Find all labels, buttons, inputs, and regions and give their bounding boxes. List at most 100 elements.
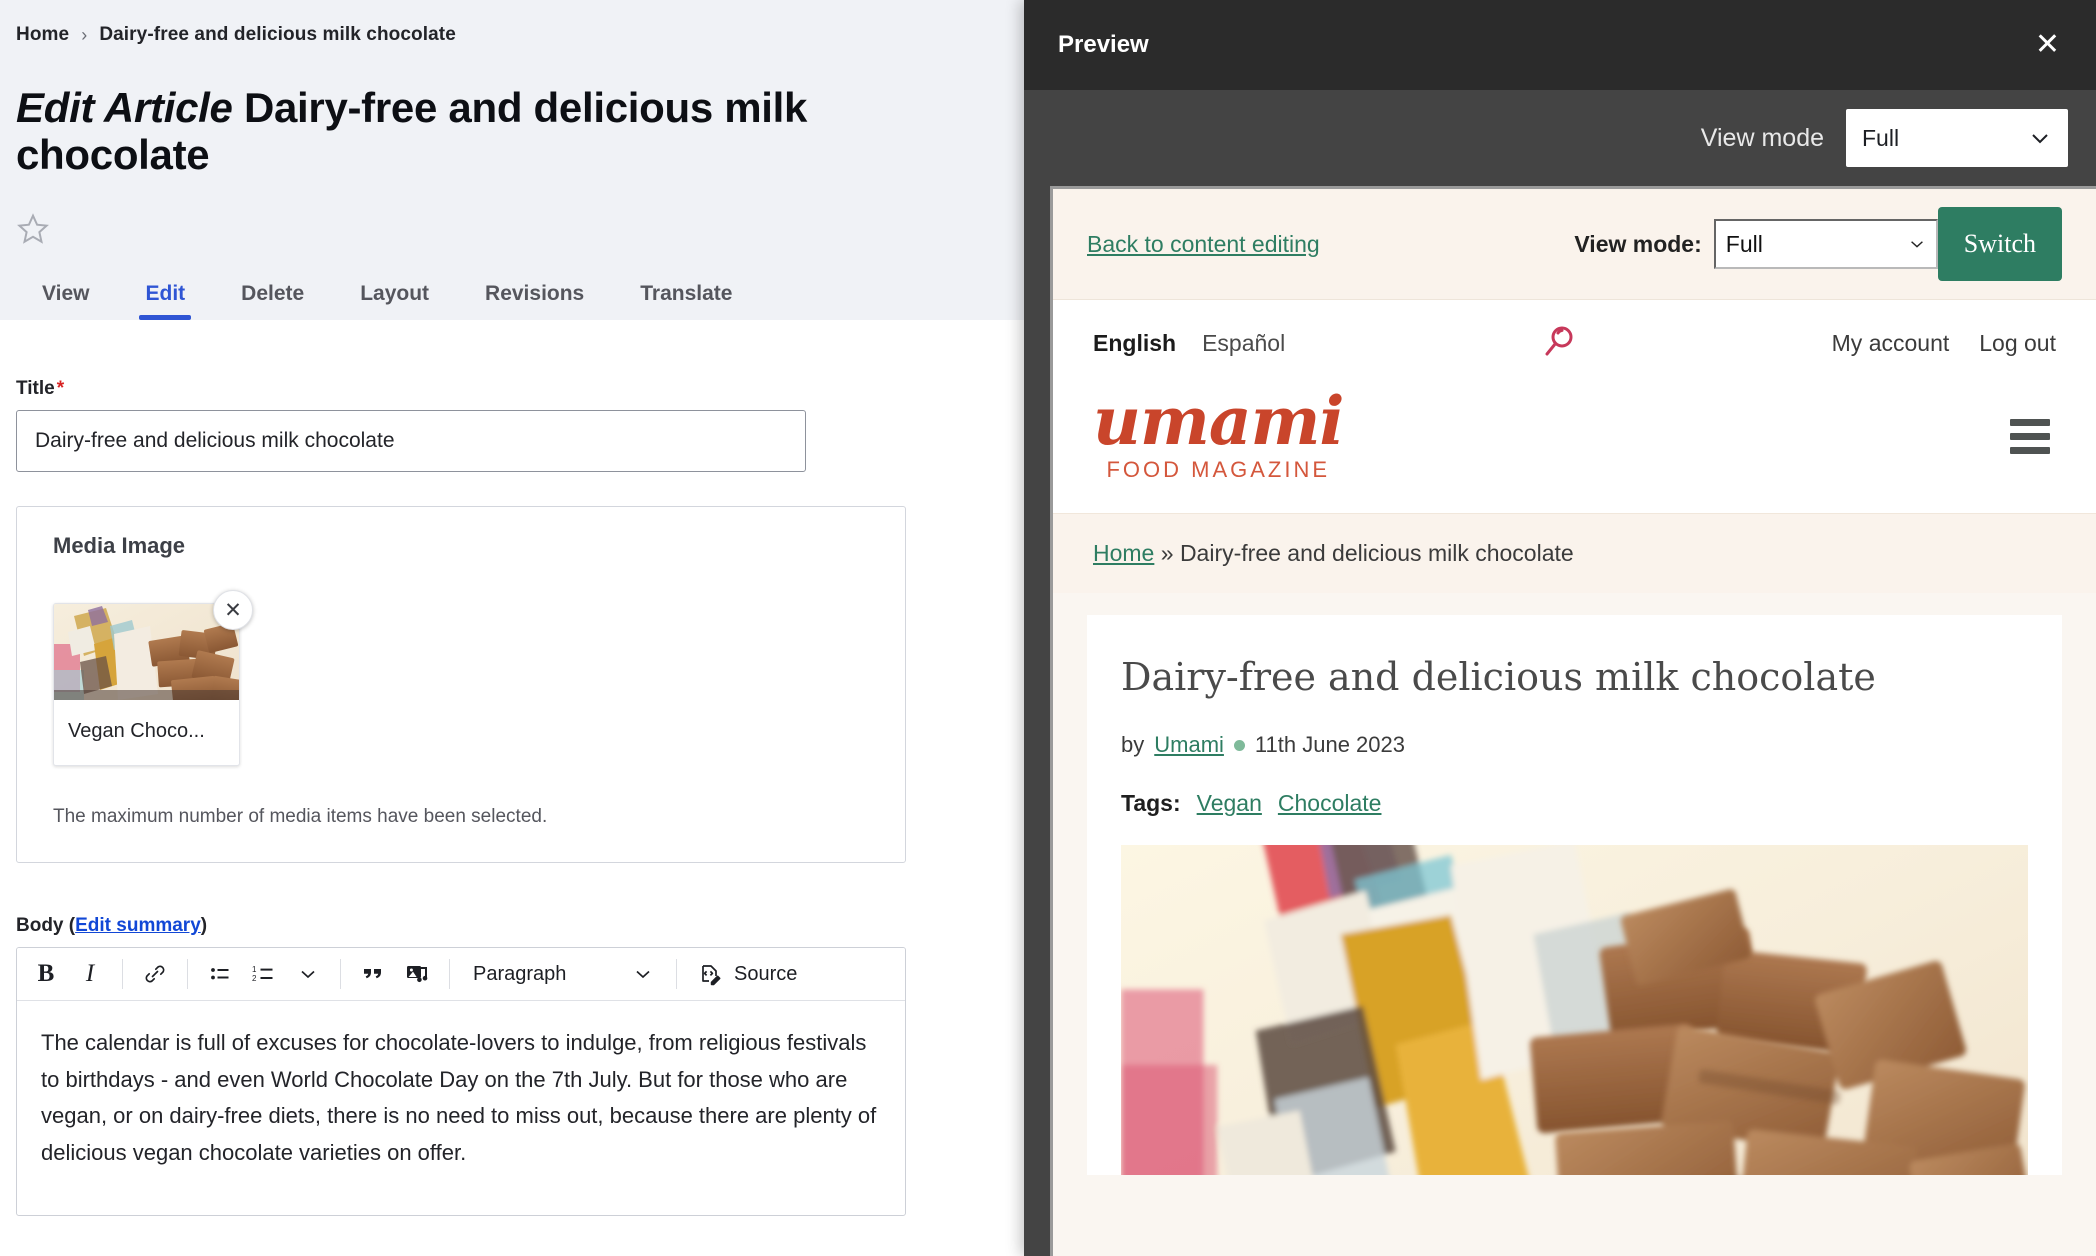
source-label: Source xyxy=(734,962,798,985)
numbered-list-button[interactable]: 1 2 xyxy=(243,954,285,994)
body-field-label: Body (Edit summary) xyxy=(16,915,208,937)
back-to-content-editing-link[interactable]: Back to content editing xyxy=(1087,231,1320,258)
edit-summary-link[interactable]: Edit summary xyxy=(75,915,201,936)
language-english[interactable]: English xyxy=(1093,330,1176,357)
language-switcher: English Español xyxy=(1093,330,1285,357)
admin-header: Home › Dairy-free and delicious milk cho… xyxy=(0,0,1026,321)
site-utility-bar: English Español My account Log out xyxy=(1053,300,2096,386)
page-title-prefix: Edit Article xyxy=(16,84,233,132)
tab-translate[interactable]: Translate xyxy=(612,272,760,320)
body-text-area[interactable]: The calendar is full of excuses for choc… xyxy=(17,1001,905,1215)
preview-close-button[interactable]: ✕ xyxy=(2027,24,2068,66)
italic-button[interactable]: I xyxy=(69,954,111,994)
log-out-link[interactable]: Log out xyxy=(1979,330,2056,357)
tab-layout[interactable]: Layout xyxy=(332,272,457,320)
close-x-icon: ✕ xyxy=(224,598,242,622)
insert-media-button[interactable] xyxy=(396,954,438,994)
blockquote-icon xyxy=(364,969,381,979)
switch-button[interactable]: Switch xyxy=(1937,207,2062,281)
brand-tagline: FOOD MAGAZINE xyxy=(1106,456,1331,482)
preview-offcanvas-panel: Preview ✕ View mode Full Back to content… xyxy=(1024,0,2096,1256)
media-max-note: The maximum number of media items have b… xyxy=(53,806,548,828)
inner-view-mode-label: View mode: xyxy=(1574,230,1702,257)
media-remove-button[interactable]: ✕ xyxy=(213,590,253,631)
bulleted-list-button[interactable] xyxy=(199,954,241,994)
tab-view[interactable]: View xyxy=(14,272,117,320)
editor-toolbar: B I 1 2 Paragraph Source xyxy=(17,948,905,1002)
link-icon xyxy=(145,965,165,983)
meta-separator-dot-icon xyxy=(1233,739,1245,751)
inner-view-mode-select[interactable]: Full xyxy=(1713,219,1938,269)
admin-tabs: View Edit Delete Layout Revisions Transl… xyxy=(0,246,1026,321)
tab-revisions[interactable]: Revisions xyxy=(457,272,612,320)
preview-iframe: Back to content editing View mode: Full … xyxy=(1050,186,2096,1256)
article-by-label: by xyxy=(1121,732,1145,758)
language-espanol[interactable]: Español xyxy=(1202,330,1285,357)
link-button[interactable] xyxy=(134,954,176,994)
admin-edit-page: Home › Dairy-free and delicious milk cho… xyxy=(0,0,1026,1256)
tag-chocolate[interactable]: Chocolate xyxy=(1278,790,1382,817)
source-button[interactable]: Source xyxy=(688,954,807,994)
page-title: Edit Article Dairy-free and delicious mi… xyxy=(0,74,972,178)
article-hero-image xyxy=(1121,845,2028,1176)
my-account-link[interactable]: My account xyxy=(1832,330,1950,357)
preview-admin-toolbar: Back to content editing View mode: Full … xyxy=(1053,189,2096,300)
numbered-list-icon: 1 2 xyxy=(252,965,273,983)
article-author-link[interactable]: Umami xyxy=(1154,732,1224,758)
breadcrumb-home-link[interactable]: Home xyxy=(16,24,69,46)
title-label-text: Title xyxy=(16,378,55,400)
article-date: 11th June 2023 xyxy=(1254,732,1405,758)
source-code-icon xyxy=(702,965,721,986)
preview-view-mode-label: View mode xyxy=(1700,123,1824,152)
chocolate-thumbnail-image xyxy=(54,604,239,701)
chevron-down-icon xyxy=(1910,241,1923,248)
bold-button[interactable]: B xyxy=(25,954,67,994)
tag-vegan[interactable]: Vegan xyxy=(1197,790,1262,817)
hamburger-menu-icon[interactable] xyxy=(2004,413,2056,460)
search-magnifier-icon xyxy=(1545,326,1573,356)
site-breadcrumb-home[interactable]: Home xyxy=(1093,540,1154,566)
svg-text:2: 2 xyxy=(252,974,257,983)
screen-root: Home › Dairy-free and delicious milk cho… xyxy=(0,0,2096,1256)
brand-name: umami xyxy=(1093,382,1344,460)
close-x-icon: ✕ xyxy=(2034,28,2060,61)
title-input[interactable] xyxy=(16,410,806,473)
star-outline-icon xyxy=(17,213,49,245)
toolbar-divider xyxy=(187,959,188,990)
toolbar-divider xyxy=(676,959,677,990)
media-item-name: Vegan Choco... xyxy=(68,720,205,743)
breadcrumb: Home › Dairy-free and delicious milk cho… xyxy=(0,24,1026,46)
preview-view-mode-bar: View mode Full xyxy=(1024,90,2096,186)
site-breadcrumb-separator: » xyxy=(1160,539,1174,566)
title-field-label: Title * xyxy=(16,378,1010,400)
tags-label: Tags: xyxy=(1121,790,1181,817)
umami-logo[interactable]: umami FOOD MAGAZINE xyxy=(1093,382,1344,483)
toolbar-divider xyxy=(340,959,341,990)
bulleted-list-icon xyxy=(211,968,229,980)
preview-view-mode-select[interactable]: Full xyxy=(1846,109,2068,167)
article-meta: by Umami 11th June 2023 xyxy=(1121,732,2028,758)
chevron-down-icon xyxy=(2032,134,2048,144)
toolbar-divider xyxy=(122,959,123,990)
site-breadcrumb-current: Dairy-free and delicious milk chocolate xyxy=(1179,539,1574,566)
paragraph-style-label: Paragraph xyxy=(473,962,567,985)
site-breadcrumb: Home » Dairy-free and delicious milk cho… xyxy=(1053,512,2096,593)
list-options-dropdown[interactable] xyxy=(287,954,329,994)
blockquote-button[interactable] xyxy=(352,954,394,994)
tab-delete[interactable]: Delete xyxy=(213,272,332,320)
tab-edit[interactable]: Edit xyxy=(117,272,213,321)
preview-topbar: Preview ✕ xyxy=(1024,0,2096,90)
article-title: Dairy-free and delicious milk chocolate xyxy=(1121,654,1876,699)
media-item-card[interactable]: ✕ Vegan Choco... xyxy=(53,590,253,767)
paragraph-style-dropdown[interactable]: Paragraph xyxy=(461,954,665,994)
svg-text:1: 1 xyxy=(252,965,257,974)
media-thumbnail xyxy=(54,604,239,701)
media-panel-title: Media Image xyxy=(53,533,186,559)
preview-panel-title: Preview xyxy=(1058,31,1149,58)
bookmark-star-button[interactable] xyxy=(0,206,1026,246)
media-image-panel: Media Image ✕ Vegan Choco... The maximum… xyxy=(16,506,906,864)
site-search[interactable] xyxy=(1285,322,1831,364)
chevron-down-icon xyxy=(636,971,650,979)
breadcrumb-current: Dairy-free and delicious milk chocolate xyxy=(99,24,456,45)
account-links: My account Log out xyxy=(1832,330,2056,357)
